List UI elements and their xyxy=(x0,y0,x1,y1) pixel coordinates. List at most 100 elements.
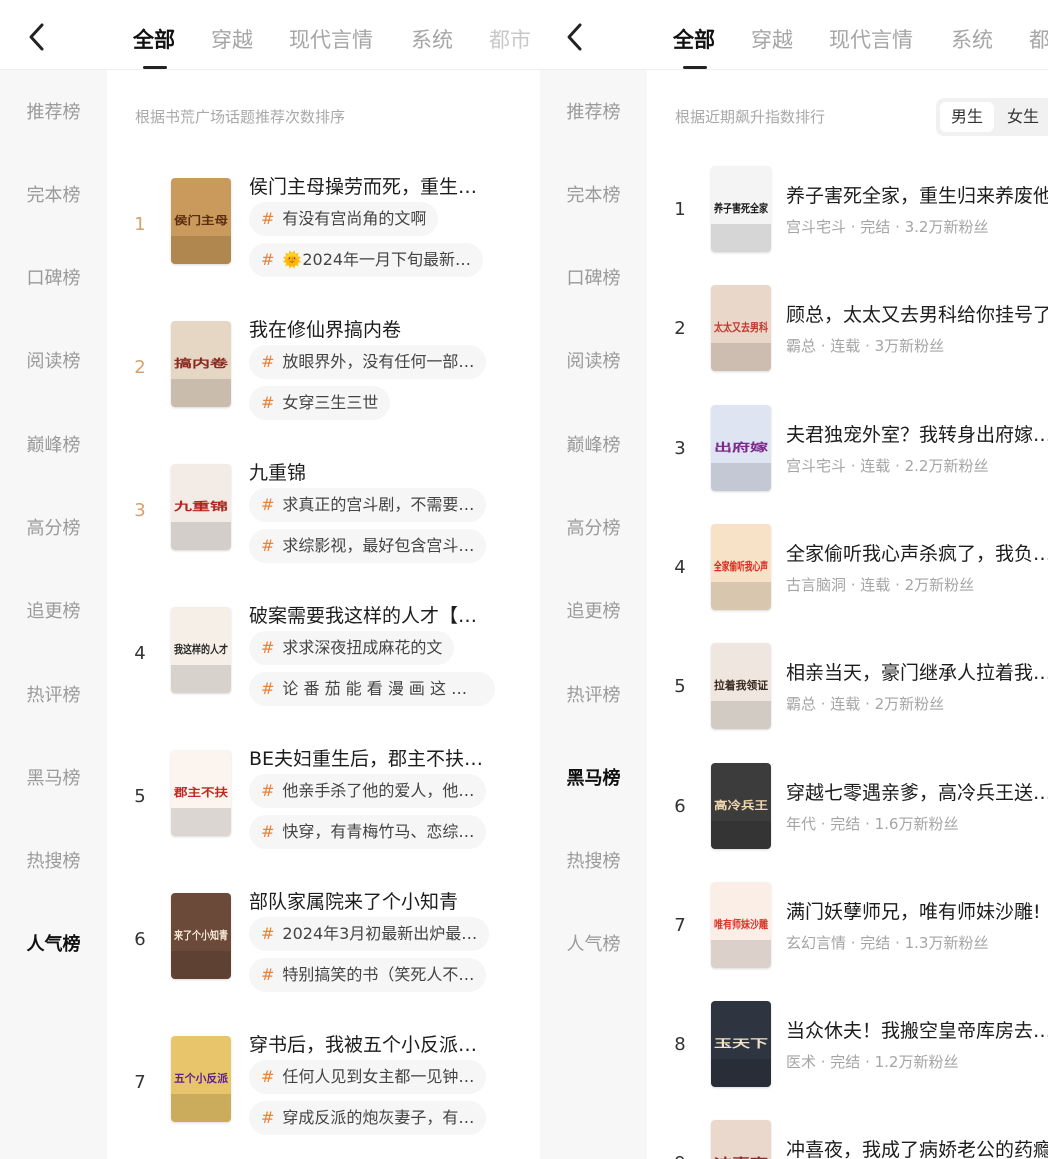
cover-title-art: 侯门主母 xyxy=(174,213,228,227)
book-title[interactable]: 顾总，太太又去男科给你挂号了 xyxy=(786,300,1048,327)
topic-tag[interactable]: # 求求深夜扭成麻花的文 xyxy=(249,631,455,665)
book-title[interactable]: 破案需要我这样的人才【… xyxy=(249,601,509,628)
book-title[interactable]: 冲喜夜，我成了病娇老公的药瘾 xyxy=(786,1135,1048,1159)
back-button[interactable] xyxy=(22,20,52,54)
topic-tag[interactable]: # 有没有宫尚角的文啊 xyxy=(249,202,439,236)
sidebar-item-reputation[interactable]: 口碑榜 xyxy=(0,264,107,290)
sidebar-item-recommend[interactable]: 推荐榜 xyxy=(0,98,107,124)
tab-system[interactable]: 系统 xyxy=(411,24,453,54)
tab-urban[interactable]: 都 xyxy=(1029,24,1048,54)
book-title[interactable]: 全家偷听我心声杀疯了，我负… xyxy=(786,539,1048,566)
cover-shade xyxy=(711,939,771,968)
tab-all[interactable]: 全部 xyxy=(133,24,175,54)
tab-modern-romance[interactable]: 现代言情 xyxy=(289,24,373,54)
cover-shade xyxy=(171,665,231,693)
sidebar-item-reading[interactable]: 阅读榜 xyxy=(0,347,107,373)
tab-time-travel[interactable]: 穿越 xyxy=(211,24,253,54)
sidebar-item-peak[interactable]: 巅峰榜 xyxy=(540,431,647,457)
hash-icon: # xyxy=(261,924,275,943)
book-cover[interactable]: 来了个小知青 xyxy=(171,893,231,979)
book-title[interactable]: 九重锦 xyxy=(249,458,509,485)
book-title[interactable]: 养子害死全家，重生归来养废他 xyxy=(786,181,1048,208)
topic-tag[interactable]: # 任何人见到女主都一见钟… xyxy=(249,1060,487,1094)
book-cover[interactable]: 郡主不扶 xyxy=(171,750,231,836)
book-cover[interactable]: 全家偷听我心声 xyxy=(711,523,771,610)
tab-urban[interactable]: 都市 xyxy=(489,24,531,54)
book-cover[interactable]: 唯有师妹沙雕 xyxy=(711,881,771,968)
sidebar-item-completed[interactable]: 完本榜 xyxy=(0,181,107,207)
sidebar-item-dark-horse[interactable]: 黑马榜 xyxy=(0,764,107,790)
sidebar-item-recommend[interactable]: 推荐榜 xyxy=(540,98,647,124)
topic-tag[interactable]: # 求真正的宫斗剧，不需要… xyxy=(249,488,487,522)
book-title[interactable]: 相亲当天，豪门继承人拉着我… xyxy=(786,658,1048,685)
topic-tag[interactable]: # 穿成反派的炮灰妻子，有… xyxy=(249,1101,487,1135)
topic-tag[interactable]: # 放眼界外，没有任何一部… xyxy=(249,345,487,379)
sidebar-item-hot-comments[interactable]: 热评榜 xyxy=(540,681,647,707)
rank-number: 5 xyxy=(674,676,686,698)
book-title[interactable]: 侯门主母操劳而死，重生… xyxy=(249,172,509,199)
sidebar-item-hot-search[interactable]: 热搜榜 xyxy=(0,847,107,873)
sidebar-item-reading[interactable]: 阅读榜 xyxy=(540,347,647,373)
topic-tag[interactable]: # 他亲手杀了他的爱人，他… xyxy=(249,774,487,808)
sidebar-item-popularity[interactable]: 人气榜 xyxy=(540,930,647,956)
topic-tag[interactable]: # 女穿三生三世 xyxy=(249,386,391,420)
cover-art: 玉天下 xyxy=(711,1001,771,1088)
sidebar-item-hot-search[interactable]: 热搜榜 xyxy=(540,847,647,873)
book-title[interactable]: 穿越七零遇亲爹，高冷兵王送… xyxy=(786,778,1048,805)
cover-background xyxy=(711,1120,771,1159)
tab-time-travel[interactable]: 穿越 xyxy=(751,24,793,54)
hash-icon: # xyxy=(261,352,275,371)
sidebar-item-following[interactable]: 追更榜 xyxy=(0,597,107,623)
book-title[interactable]: 部队家属院来了个小知青 xyxy=(249,887,509,914)
book-title[interactable]: 我在修仙界搞内卷 xyxy=(249,315,509,342)
tab-system[interactable]: 系统 xyxy=(951,24,993,54)
rank-number: 6 xyxy=(134,929,146,950)
sidebar-item-reputation[interactable]: 口碑榜 xyxy=(540,264,647,290)
cover-title-art: 我这样的人才 xyxy=(174,642,228,656)
tab-modern-romance[interactable]: 现代言情 xyxy=(829,24,913,54)
topic-tag[interactable]: # 快穿，有青梅竹马、恋综… xyxy=(249,815,487,849)
ranking-hint: 根据近期飙升指数排行 xyxy=(675,108,826,126)
book-title[interactable]: 穿书后，我被五个小反派… xyxy=(249,1030,509,1057)
toggle-male[interactable]: 男生 xyxy=(940,102,994,132)
cover-shade xyxy=(171,1094,231,1122)
book-cover[interactable]: 搞内卷 xyxy=(171,321,231,407)
sidebar-item-dark-horse[interactable]: 黑马榜 xyxy=(540,764,647,790)
topic-tag[interactable]: # 🌞2024年一月下旬最新… xyxy=(249,243,484,277)
sidebar-item-following[interactable]: 追更榜 xyxy=(540,597,647,623)
sidebar-item-popularity[interactable]: 人气榜 xyxy=(0,930,107,956)
sidebar-item-high-score[interactable]: 高分榜 xyxy=(540,514,647,540)
topic-tag[interactable]: # 特别搞笑的书（笑死人不… xyxy=(249,958,487,992)
book-title[interactable]: 满门妖孽师兄，唯有师妹沙雕! xyxy=(786,897,1048,924)
book-cover[interactable]: 高冷兵王 xyxy=(711,762,771,849)
book-cover[interactable]: 五个小反派 xyxy=(171,1036,231,1122)
topic-tag-label: 求真正的宫斗剧，不需要… xyxy=(282,495,475,514)
book-cover[interactable]: 养子害死全家 xyxy=(711,166,771,252)
hash-icon: # xyxy=(261,822,275,841)
hash-icon: # xyxy=(261,495,275,514)
book-cover[interactable]: 我这样的人才 xyxy=(171,607,231,693)
sidebar-item-hot-comments[interactable]: 热评榜 xyxy=(0,681,107,707)
book-title[interactable]: BE夫妇重生后，郡主不扶… xyxy=(249,744,509,771)
book-cover[interactable]: 出府嫁 xyxy=(711,404,771,491)
book-cover[interactable]: 侯门主母 xyxy=(171,178,231,264)
sidebar-item-high-score[interactable]: 高分榜 xyxy=(0,514,107,540)
book-title[interactable]: 当众休夫！我搬空皇帝库房去… xyxy=(786,1016,1048,1043)
topic-tag[interactable]: #2024年3月初最新出炉最… xyxy=(249,917,490,951)
book-cover[interactable]: 太太又去男科 xyxy=(711,285,771,372)
book-cover[interactable]: 九重锦 xyxy=(171,464,231,550)
sidebar-item-peak[interactable]: 巅峰榜 xyxy=(0,431,107,457)
tab-all[interactable]: 全部 xyxy=(673,24,715,54)
back-button[interactable] xyxy=(560,20,590,54)
book-cover[interactable]: 玉天下 xyxy=(711,1001,771,1088)
hash-icon: # xyxy=(261,536,275,555)
topic-tag[interactable]: # 求综影视，最好包含宫斗… xyxy=(249,529,487,563)
topic-tag-label: 特别搞笑的书（笑死人不… xyxy=(282,965,475,984)
book-cover[interactable]: 拉着我领证 xyxy=(711,643,771,730)
book-title[interactable]: 夫君独宠外室？我转身出府嫁… xyxy=(786,420,1048,447)
book-cover[interactable]: 冲喜夜 xyxy=(711,1120,771,1159)
sidebar-item-completed[interactable]: 完本榜 xyxy=(540,181,647,207)
toggle-female[interactable]: 女生 xyxy=(996,102,1048,132)
topic-tag[interactable]: # 论 番 茄 能 看 漫 画 这 件 事 xyxy=(249,672,495,706)
cover-art: 出府嫁 xyxy=(711,404,771,491)
